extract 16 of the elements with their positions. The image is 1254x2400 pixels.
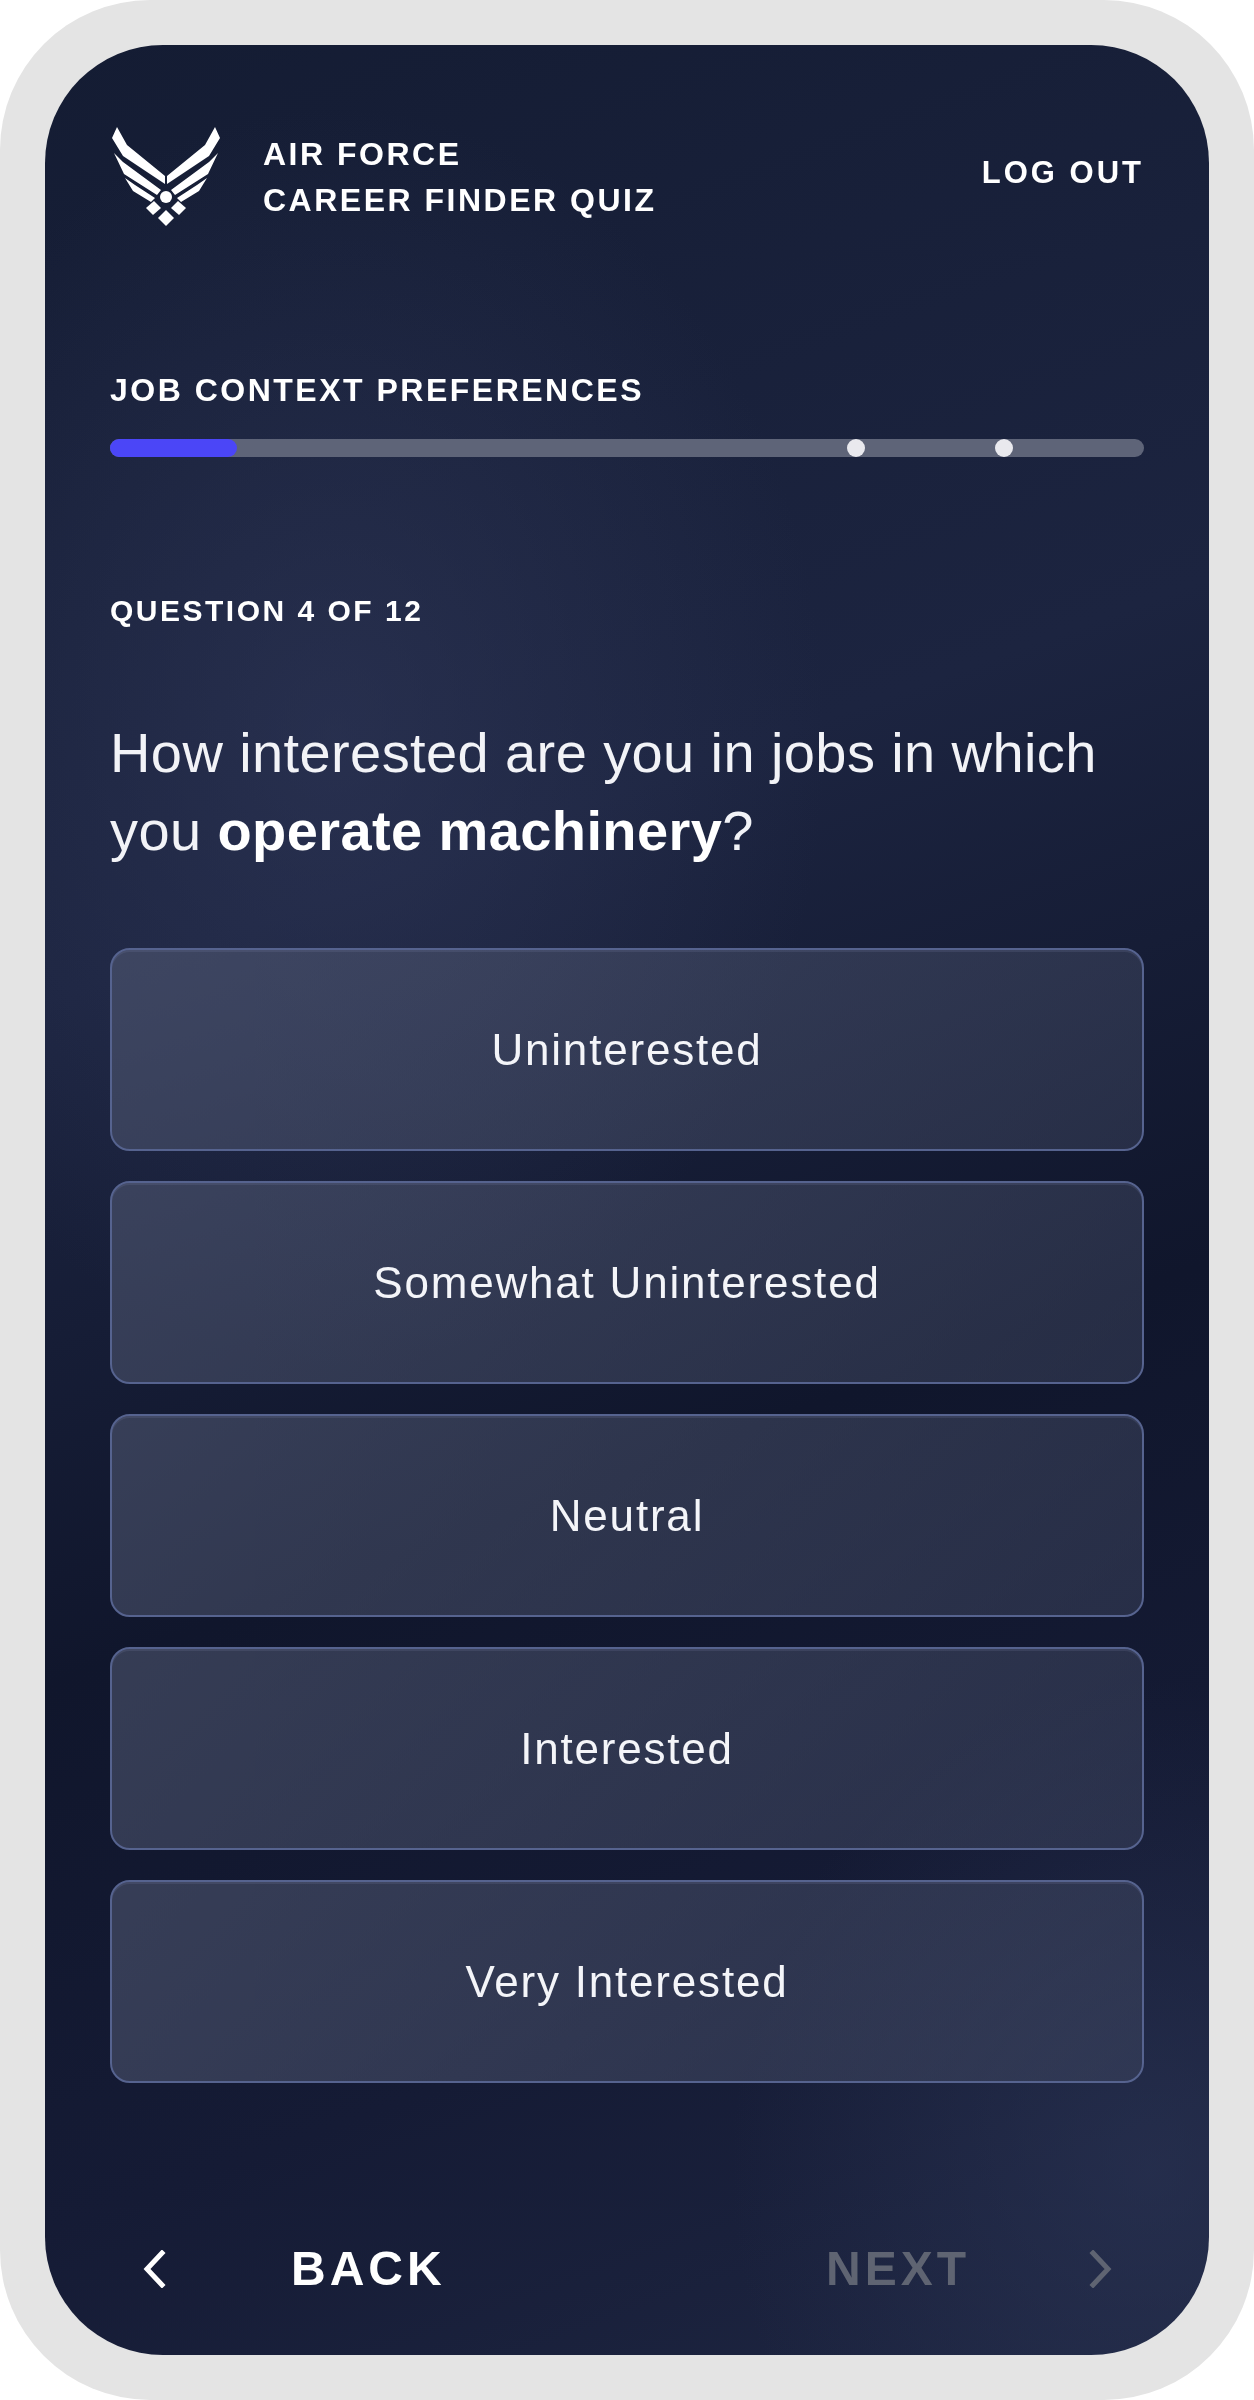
back-button[interactable]: BACK — [142, 2245, 446, 2293]
question-text: How interested are you in jobs in which you operate machinery? — [110, 720, 1098, 864]
section-label: JOB CONTEXT PREFERENCES — [110, 374, 645, 406]
milestone-dot-icon — [847, 439, 865, 457]
milestone-dot-icon — [995, 439, 1013, 457]
answer-option[interactable]: Interested — [110, 1647, 1144, 1850]
chevron-right-icon — [1089, 2250, 1113, 2288]
chevron-left-icon — [142, 2250, 166, 2288]
answer-option[interactable]: Somewhat Uninterested — [110, 1181, 1144, 1384]
answer-option[interactable]: Uninterested — [110, 948, 1144, 1151]
app-title: AIR FORCE CAREER FINDER QUIZ — [263, 135, 657, 220]
log-out-link[interactable]: LOG OUT — [981, 155, 1144, 191]
winged-emblem-icon — [110, 127, 222, 227]
question-counter: QUESTION 4 OF 12 — [110, 596, 425, 626]
answer-option[interactable]: Very Interested — [110, 1880, 1144, 2083]
answer-option[interactable]: Neutral — [110, 1414, 1144, 1617]
